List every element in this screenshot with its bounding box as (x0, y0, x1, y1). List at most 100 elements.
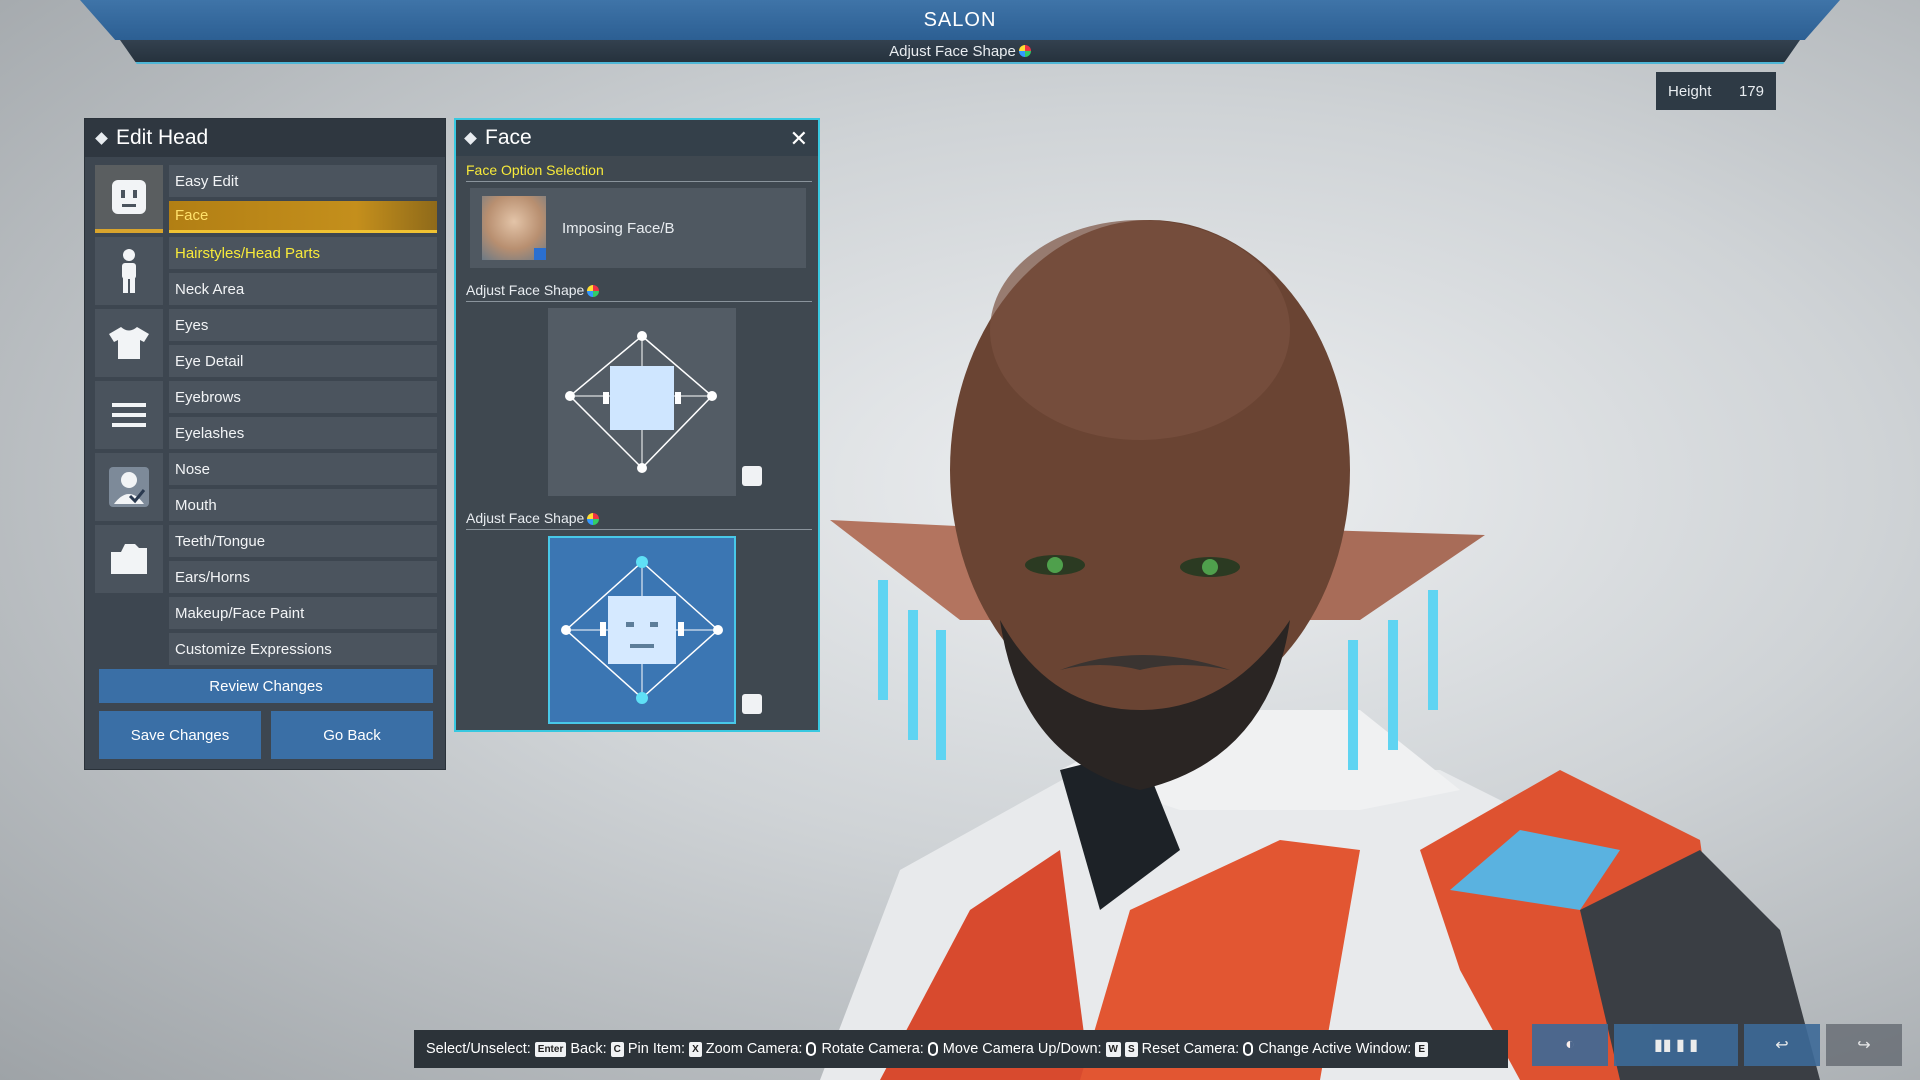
gem-icon (587, 285, 600, 298)
height-value: 179 (1738, 82, 1764, 100)
controls-hint-bar: Select/Unselect: Enter Back: C Pin Item:… (414, 1030, 1508, 1068)
body-icon (122, 249, 136, 293)
menu-item-eyebrows[interactable]: Eyebrows (169, 381, 437, 413)
diamond-icon (464, 131, 477, 145)
menu-item-hairstyles[interactable]: Hairstyles/Head Parts (169, 237, 437, 269)
menu-label: Nose (175, 460, 211, 478)
diamond-icon (95, 131, 108, 145)
dice-icon[interactable] (742, 466, 762, 486)
menu-label: Teeth/Tongue (175, 532, 266, 550)
shirt-icon (109, 327, 149, 359)
adjust-label-text: Adjust Face Shape (466, 510, 585, 526)
menu-item-makeup[interactable]: Makeup/Face Paint (169, 597, 437, 629)
s-key-icon: S (1125, 1041, 1138, 1057)
menu-label: Eyelashes (175, 424, 245, 442)
category-profile[interactable] (95, 453, 163, 521)
menu-item-nose[interactable]: Nose (169, 453, 437, 485)
adjust-label-text: Adjust Face Shape (466, 282, 585, 298)
menu-item-mouth[interactable]: Mouth (169, 489, 437, 521)
menu-item-eye-detail[interactable]: Eye Detail (169, 345, 437, 377)
category-folder[interactable] (95, 525, 163, 593)
menu-label: Hairstyles/Head Parts (175, 244, 321, 262)
face-shape-grid-1[interactable] (548, 308, 736, 496)
menu-label: Easy Edit (175, 172, 239, 190)
menu-label: Mouth (175, 496, 217, 514)
e-key-icon: E (1415, 1041, 1428, 1057)
title-banner: SALON (80, 0, 1840, 40)
menu-item-ears-horns[interactable]: Ears/Horns (169, 561, 437, 593)
eye-icon: ◐ (1565, 1036, 1575, 1053)
edit-head-panel: Edit Head Easy Edit Face Hairstyles/Head… (84, 118, 446, 770)
folder-icon (111, 544, 147, 574)
menu-label: Makeup/Face Paint (175, 604, 305, 622)
face-option-card[interactable]: Imposing Face/B (470, 188, 806, 268)
redo-icon: ↪ (1857, 1037, 1871, 1054)
mouse-middle-icon (1243, 1042, 1254, 1056)
category-list[interactable] (95, 381, 163, 449)
menu-label: Neck Area (175, 280, 245, 298)
menu-label: Face (175, 207, 209, 224)
menu-label: Ears/Horns (175, 568, 251, 586)
control-zoom-label: Zoom Camera: (705, 1041, 803, 1057)
control-pin-label: Pin Item: (627, 1041, 686, 1057)
menu-label: Eyes (175, 316, 209, 334)
w-key-icon: W (1105, 1041, 1121, 1057)
menu-label: Customize Expressions (175, 640, 332, 658)
control-reset-label: Reset Camera: (1141, 1041, 1240, 1057)
outfit-icon: ▮▮ ▮ ▮ (1653, 1037, 1699, 1054)
height-label: Height (1668, 82, 1712, 100)
id-card-icon (109, 467, 149, 507)
view-toggle-button[interactable]: ◐ (1532, 1024, 1608, 1066)
review-changes-button[interactable]: Review Changes (99, 669, 433, 703)
height-display: Height 179 (1656, 72, 1776, 110)
mouse-wheel-icon (806, 1042, 817, 1056)
category-clothing[interactable] (95, 309, 163, 377)
menu-label: Eyebrows (175, 388, 241, 406)
save-changes-button[interactable]: Save Changes (99, 711, 261, 759)
category-column (95, 165, 163, 597)
menu-lines-icon (112, 403, 146, 427)
menu-item-face[interactable]: Face (169, 201, 437, 233)
page-subtitle: Adjust Face Shape (889, 42, 1016, 60)
gem-icon (587, 513, 600, 526)
undo-icon: ↩ (1775, 1037, 1789, 1054)
category-body[interactable] (95, 237, 163, 305)
character-preview[interactable] (760, 150, 1920, 1080)
menu-item-eyes[interactable]: Eyes (169, 309, 437, 341)
menu-label: Eye Detail (175, 352, 244, 370)
head-icon (112, 180, 146, 214)
page-title: SALON (923, 8, 997, 31)
menu-item-eyelashes[interactable]: Eyelashes (169, 417, 437, 449)
dice-icon[interactable] (742, 694, 762, 714)
x-key-icon: X (689, 1041, 702, 1057)
outfit-toggle-button[interactable]: ▮▮ ▮ ▮ (1614, 1024, 1738, 1066)
go-back-button[interactable]: Go Back (271, 711, 433, 759)
menu-item-neck-area[interactable]: Neck Area (169, 273, 437, 305)
close-icon[interactable]: ✕ (790, 126, 808, 152)
control-rotate-label: Rotate Camera: (821, 1041, 924, 1057)
face-panel-title: Face (485, 126, 532, 149)
enter-key-icon: Enter (534, 1041, 567, 1057)
undo-button[interactable]: ↩ (1744, 1024, 1820, 1066)
face-shape-grid-2[interactable] (548, 536, 736, 724)
menu-item-teeth-tongue[interactable]: Teeth/Tongue (169, 525, 437, 557)
control-change-label: Change Active Window: (1258, 1041, 1412, 1057)
edit-head-menu: Easy Edit Face Hairstyles/Head Parts Nec… (169, 165, 437, 669)
menu-item-easy-edit[interactable]: Easy Edit (169, 165, 437, 197)
menu-item-customize-expressions[interactable]: Customize Expressions (169, 633, 437, 665)
control-back-label: Back: (570, 1041, 607, 1057)
gem-icon (1018, 45, 1031, 57)
face-option-name: Imposing Face/B (562, 219, 675, 237)
shape-grid-svg (565, 331, 717, 473)
edit-head-title: Edit Head (116, 126, 209, 149)
subtitle-banner: Adjust Face Shape (120, 40, 1800, 64)
c-key-icon: C (610, 1041, 624, 1057)
edit-head-header: Edit Head (85, 119, 445, 157)
mouse-right-icon (927, 1042, 938, 1056)
control-select-label: Select/Unselect: (426, 1041, 531, 1057)
category-head[interactable] (95, 165, 163, 233)
control-move-label: Move Camera Up/Down: (942, 1041, 1102, 1057)
redo-button[interactable]: ↪ (1826, 1024, 1902, 1066)
face-thumbnail (482, 196, 546, 260)
badge-icon (534, 248, 546, 260)
